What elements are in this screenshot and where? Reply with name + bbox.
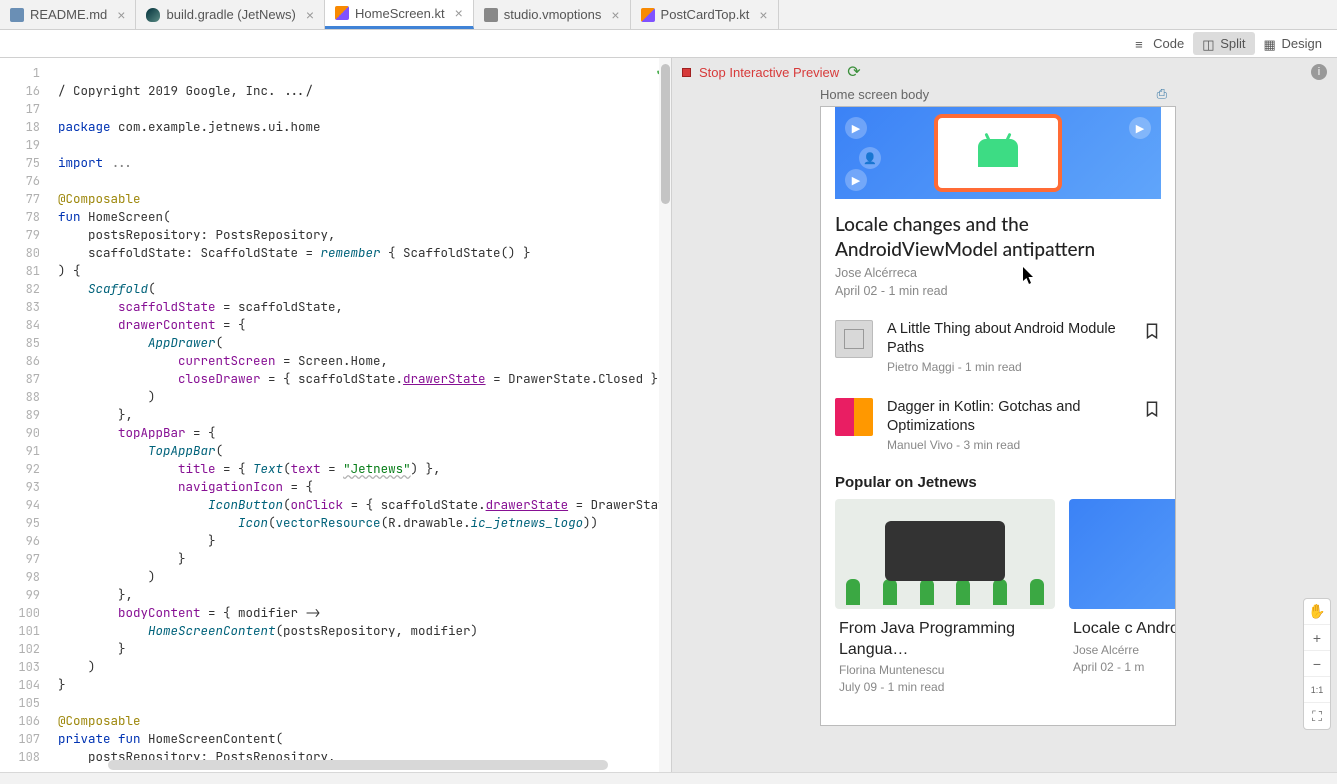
close-icon[interactable]: × [611,7,619,23]
play-icon: ▶ [845,117,867,139]
card-author: Jose Alcérre [1073,643,1176,657]
view-split-button[interactable]: ◫Split [1193,32,1254,55]
info-icon[interactable]: i [1311,64,1327,80]
hero-post[interactable]: Locale changes and the AndroidViewModel … [821,199,1175,308]
post-title: Dagger in Kotlin: Gotchas and Optimizati… [887,398,1129,436]
post-thumbnail [835,398,873,436]
horizontal-scrollbar[interactable] [108,760,608,770]
compose-preview-pane: Stop Interactive Preview ⟳ i Home screen… [672,58,1337,772]
kotlin-file-icon [335,6,349,20]
bookmark-icon[interactable] [1143,320,1161,345]
close-icon[interactable]: × [759,7,767,23]
device-config-icon[interactable]: ⎙ [1157,86,1167,102]
tab-postcardtop-kt[interactable]: PostCardTop.kt × [631,0,779,29]
popular-cards-row[interactable]: From Java Programming Langua… Florina Mu… [821,499,1175,705]
refresh-icon[interactable]: ⟳ [847,62,860,82]
markdown-file-icon [10,8,24,22]
tab-build-gradle[interactable]: build.gradle (JetNews) × [136,0,325,29]
code-view-icon: ≡ [1135,37,1149,51]
card-meta: July 09 - 1 min read [839,680,1051,694]
hero-post-author: Jose Alcérreca [835,266,1161,280]
play-icon: ▶ [1129,117,1151,139]
card-image [1069,499,1176,609]
code-area[interactable]: ✔/ Copyright 2019 Google, Inc. .../ pack… [48,58,671,772]
kotlin-file-icon [641,8,655,22]
post-meta: Pietro Maggi - 1 min read [887,360,1129,374]
vertical-scrollbar-thumb[interactable] [661,64,670,204]
zoom-fit-button[interactable]: ⛶ [1304,703,1330,729]
post-meta: Manuel Vivo - 3 min read [887,438,1129,452]
popular-card[interactable]: Locale c Android Jose Alcérre April 02 -… [1069,499,1176,705]
main-split: 1161718197576777879808182838485868788899… [0,58,1337,772]
editor-tabs-bar: README.md × build.gradle (JetNews) × HomeS… [0,0,1337,30]
popular-card[interactable]: From Java Programming Langua… Florina Mu… [835,499,1055,705]
preview-toolbar: Stop Interactive Preview ⟳ i [672,58,1337,86]
line-gutter: 1161718197576777879808182838485868788899… [0,58,48,772]
split-view-icon: ◫ [1202,37,1216,51]
section-header: Popular on Jetnews [821,464,1175,499]
close-icon[interactable]: × [455,5,463,21]
android-logo-icon [978,139,1018,167]
card-image [835,499,1055,609]
play-icon: ▶ [845,169,867,191]
tab-studio-vmoptions[interactable]: studio.vmoptions × [474,0,631,29]
bookmark-icon[interactable] [1143,398,1161,423]
hero-image: ▶ 👤 ▶ ▶ [835,107,1161,199]
tab-label: studio.vmoptions [504,7,602,22]
view-code-button[interactable]: ≡Code [1126,32,1193,55]
text-file-icon [484,8,498,22]
vertical-scrollbar-track[interactable] [659,58,671,772]
list-post-item[interactable]: Dagger in Kotlin: Gotchas and Optimizati… [821,386,1175,464]
preview-device-label: Home screen body ⎙ [672,86,1337,106]
status-bar [0,772,1337,784]
person-icon: 👤 [859,147,881,169]
card-title: Locale c Android [1073,619,1176,640]
zoom-in-button[interactable]: + [1304,625,1330,651]
tab-label: build.gradle (JetNews) [166,7,295,22]
preview-zoom-toolbox: ✋ + − 1:1 ⛶ [1303,598,1331,730]
stop-interactive-preview-button[interactable]: Stop Interactive Preview [699,65,839,80]
code-editor-pane: 1161718197576777879808182838485868788899… [0,58,672,772]
post-thumbnail [835,320,873,358]
view-mode-bar: ≡Code ◫Split ▦Design [0,30,1337,58]
post-title: A Little Thing about Android Module Path… [887,320,1129,358]
tab-readme[interactable]: README.md × [0,0,136,29]
close-icon[interactable]: × [117,7,125,23]
close-icon[interactable]: × [306,7,314,23]
design-view-icon: ▦ [1264,37,1278,51]
card-meta: April 02 - 1 m [1073,660,1176,674]
card-author: Florina Muntenescu [839,663,1051,677]
tab-label: PostCardTop.kt [661,7,750,22]
hero-post-title: Locale changes and the AndroidViewModel … [835,213,1161,262]
zoom-reset-button[interactable]: 1:1 [1304,677,1330,703]
tab-label: README.md [30,7,107,22]
zoom-out-button[interactable]: − [1304,651,1330,677]
preview-device-frame[interactable]: ▶ 👤 ▶ ▶ Locale changes and the AndroidVi… [820,106,1176,726]
tab-label: HomeScreen.kt [355,6,445,21]
gradle-file-icon [146,8,160,22]
list-post-item[interactable]: A Little Thing about Android Module Path… [821,308,1175,386]
tab-homescreen-kt[interactable]: HomeScreen.kt × [325,0,474,29]
card-title: From Java Programming Langua… [839,619,1051,661]
pan-tool-button[interactable]: ✋ [1304,599,1330,625]
hero-post-meta: April 02 - 1 min read [835,284,1161,298]
stop-icon[interactable] [682,68,691,77]
view-design-button[interactable]: ▦Design [1255,32,1331,55]
